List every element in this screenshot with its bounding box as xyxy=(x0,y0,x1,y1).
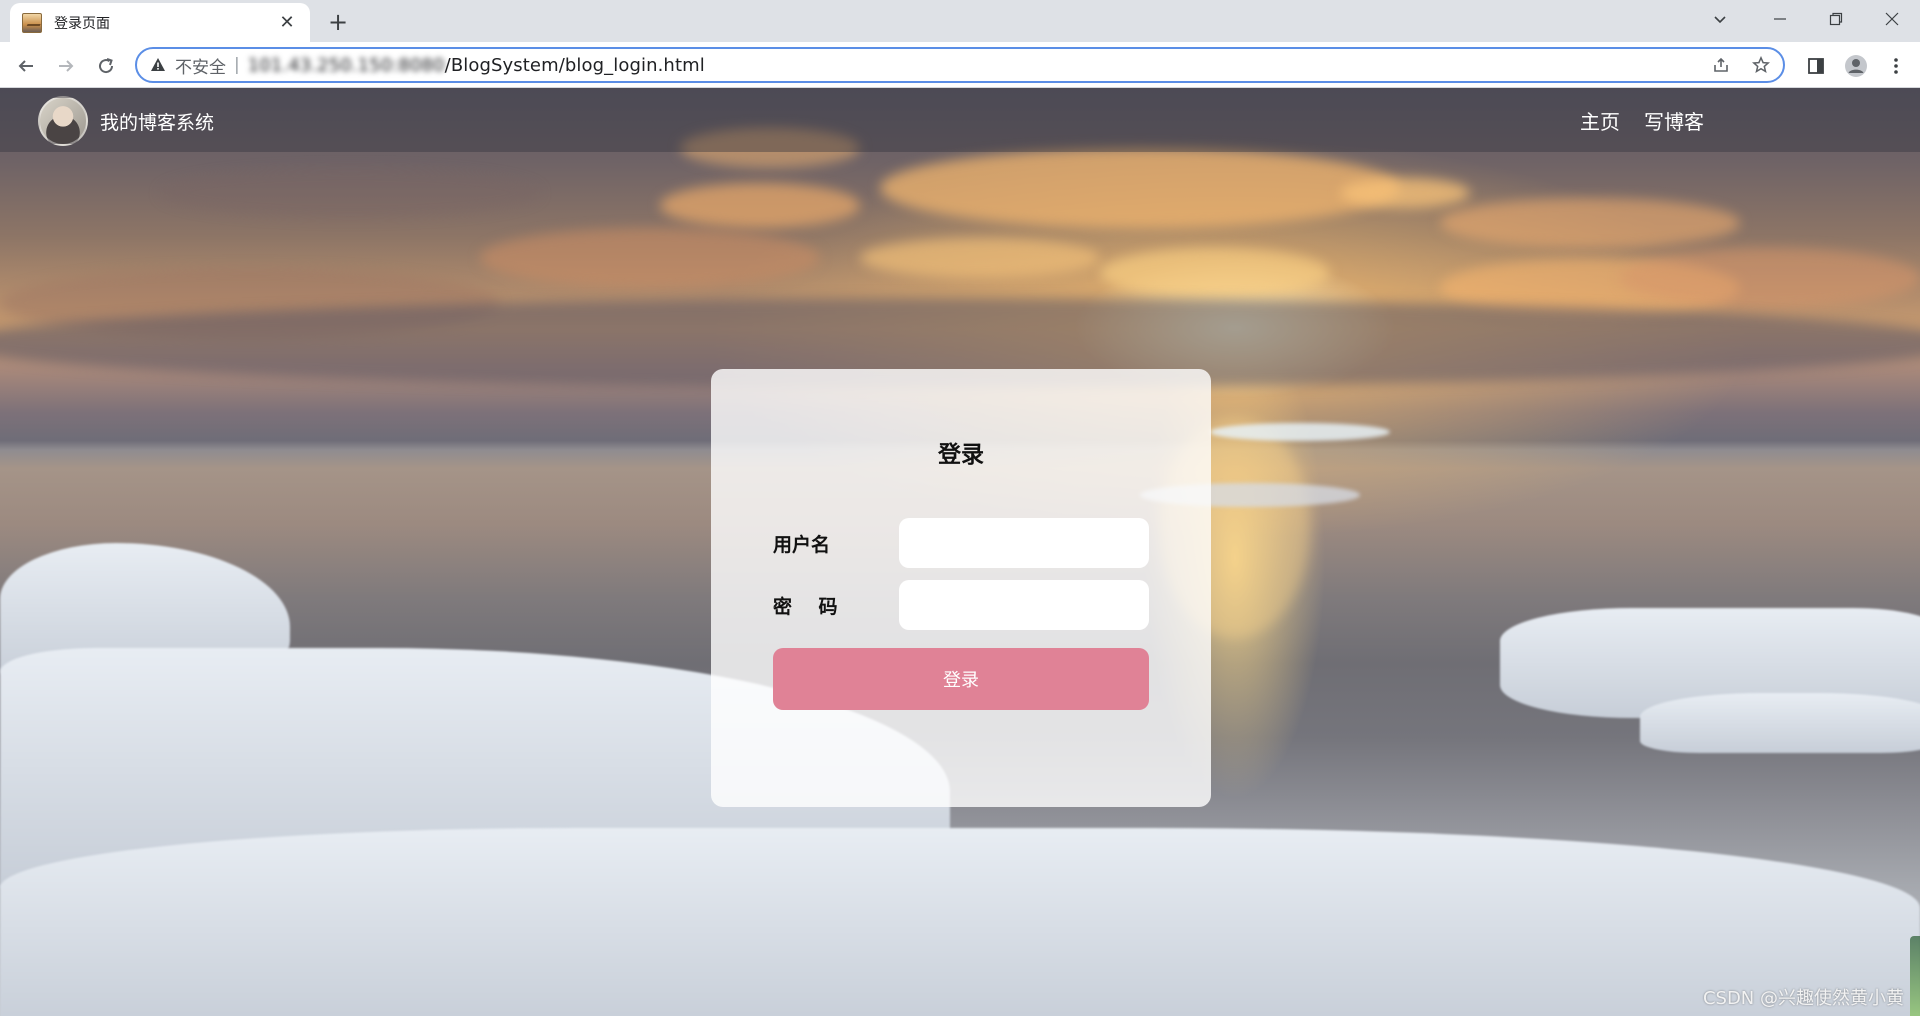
browser-tab-active[interactable]: 登录页面 ✕ xyxy=(10,3,310,42)
nav-link-home[interactable]: 主页 xyxy=(1580,106,1620,135)
bookmark-star-icon[interactable] xyxy=(1747,51,1775,79)
browser-tabstrip: 登录页面 ✕ + xyxy=(0,0,1920,42)
warning-icon[interactable] xyxy=(149,56,167,74)
login-title: 登录 xyxy=(938,442,984,468)
page-viewport: 我的博客系统 主页 写博客 登录 用户名 密 码 登录 CSDN @兴趣使然黄小… xyxy=(0,88,1920,1016)
nav-links: 主页 写博客 xyxy=(1580,106,1704,135)
login-submit-button[interactable]: 登录 xyxy=(773,648,1149,710)
site-title: 我的博客系统 xyxy=(100,112,215,134)
tab-close-icon[interactable]: ✕ xyxy=(276,12,298,34)
address-bar[interactable]: 不安全 | 101.43.250.150:8080/BlogSystem/blo… xyxy=(135,47,1785,83)
side-panel-icon[interactable] xyxy=(1800,50,1832,82)
page-favicon-icon xyxy=(22,12,42,33)
menu-kebab-icon[interactable] xyxy=(1880,50,1912,82)
password-input[interactable] xyxy=(899,580,1149,630)
tab-title: 登录页面 xyxy=(54,15,110,32)
site-navbar: 我的博客系统 主页 写博客 xyxy=(0,88,1920,152)
site-logo-avatar xyxy=(38,96,88,146)
url-host: 101.43.250.150:8080 xyxy=(247,54,445,76)
toolbar-right xyxy=(1800,50,1912,82)
security-status-label[interactable]: 不安全 xyxy=(175,53,226,78)
login-card: 登录 用户名 密 码 登录 xyxy=(711,369,1211,807)
url-path: /BlogSystem/blog_login.html xyxy=(444,54,705,76)
minimize-icon[interactable] xyxy=(1752,0,1808,38)
tab-search-icon[interactable] xyxy=(1702,0,1738,38)
username-input[interactable] xyxy=(899,518,1149,568)
password-row: 密 码 xyxy=(773,580,1149,630)
corner-widget xyxy=(1910,936,1920,1016)
profile-avatar-icon[interactable] xyxy=(1840,50,1872,82)
new-tab-icon[interactable]: + xyxy=(324,8,352,36)
address-bar-actions xyxy=(1707,49,1775,81)
window-controls xyxy=(1752,0,1920,38)
window-close-icon[interactable] xyxy=(1864,0,1920,38)
username-label: 用户名 xyxy=(773,534,831,556)
csdn-watermark: CSDN @兴趣使然黄小黄 xyxy=(1702,988,1904,1009)
forward-icon[interactable] xyxy=(50,50,82,82)
back-icon[interactable] xyxy=(10,50,42,82)
nav-link-write-blog[interactable]: 写博客 xyxy=(1644,106,1704,135)
username-row: 用户名 xyxy=(773,518,1149,568)
url-text[interactable]: 101.43.250.150:8080/BlogSystem/blog_logi… xyxy=(248,55,705,76)
restore-icon[interactable] xyxy=(1808,0,1864,38)
reload-icon[interactable] xyxy=(90,50,122,82)
browser-toolbar: 不安全 | 101.43.250.150:8080/BlogSystem/blo… xyxy=(0,42,1920,88)
password-label: 密 码 xyxy=(773,596,838,618)
share-icon[interactable] xyxy=(1707,51,1735,79)
address-separator: | xyxy=(234,55,240,75)
